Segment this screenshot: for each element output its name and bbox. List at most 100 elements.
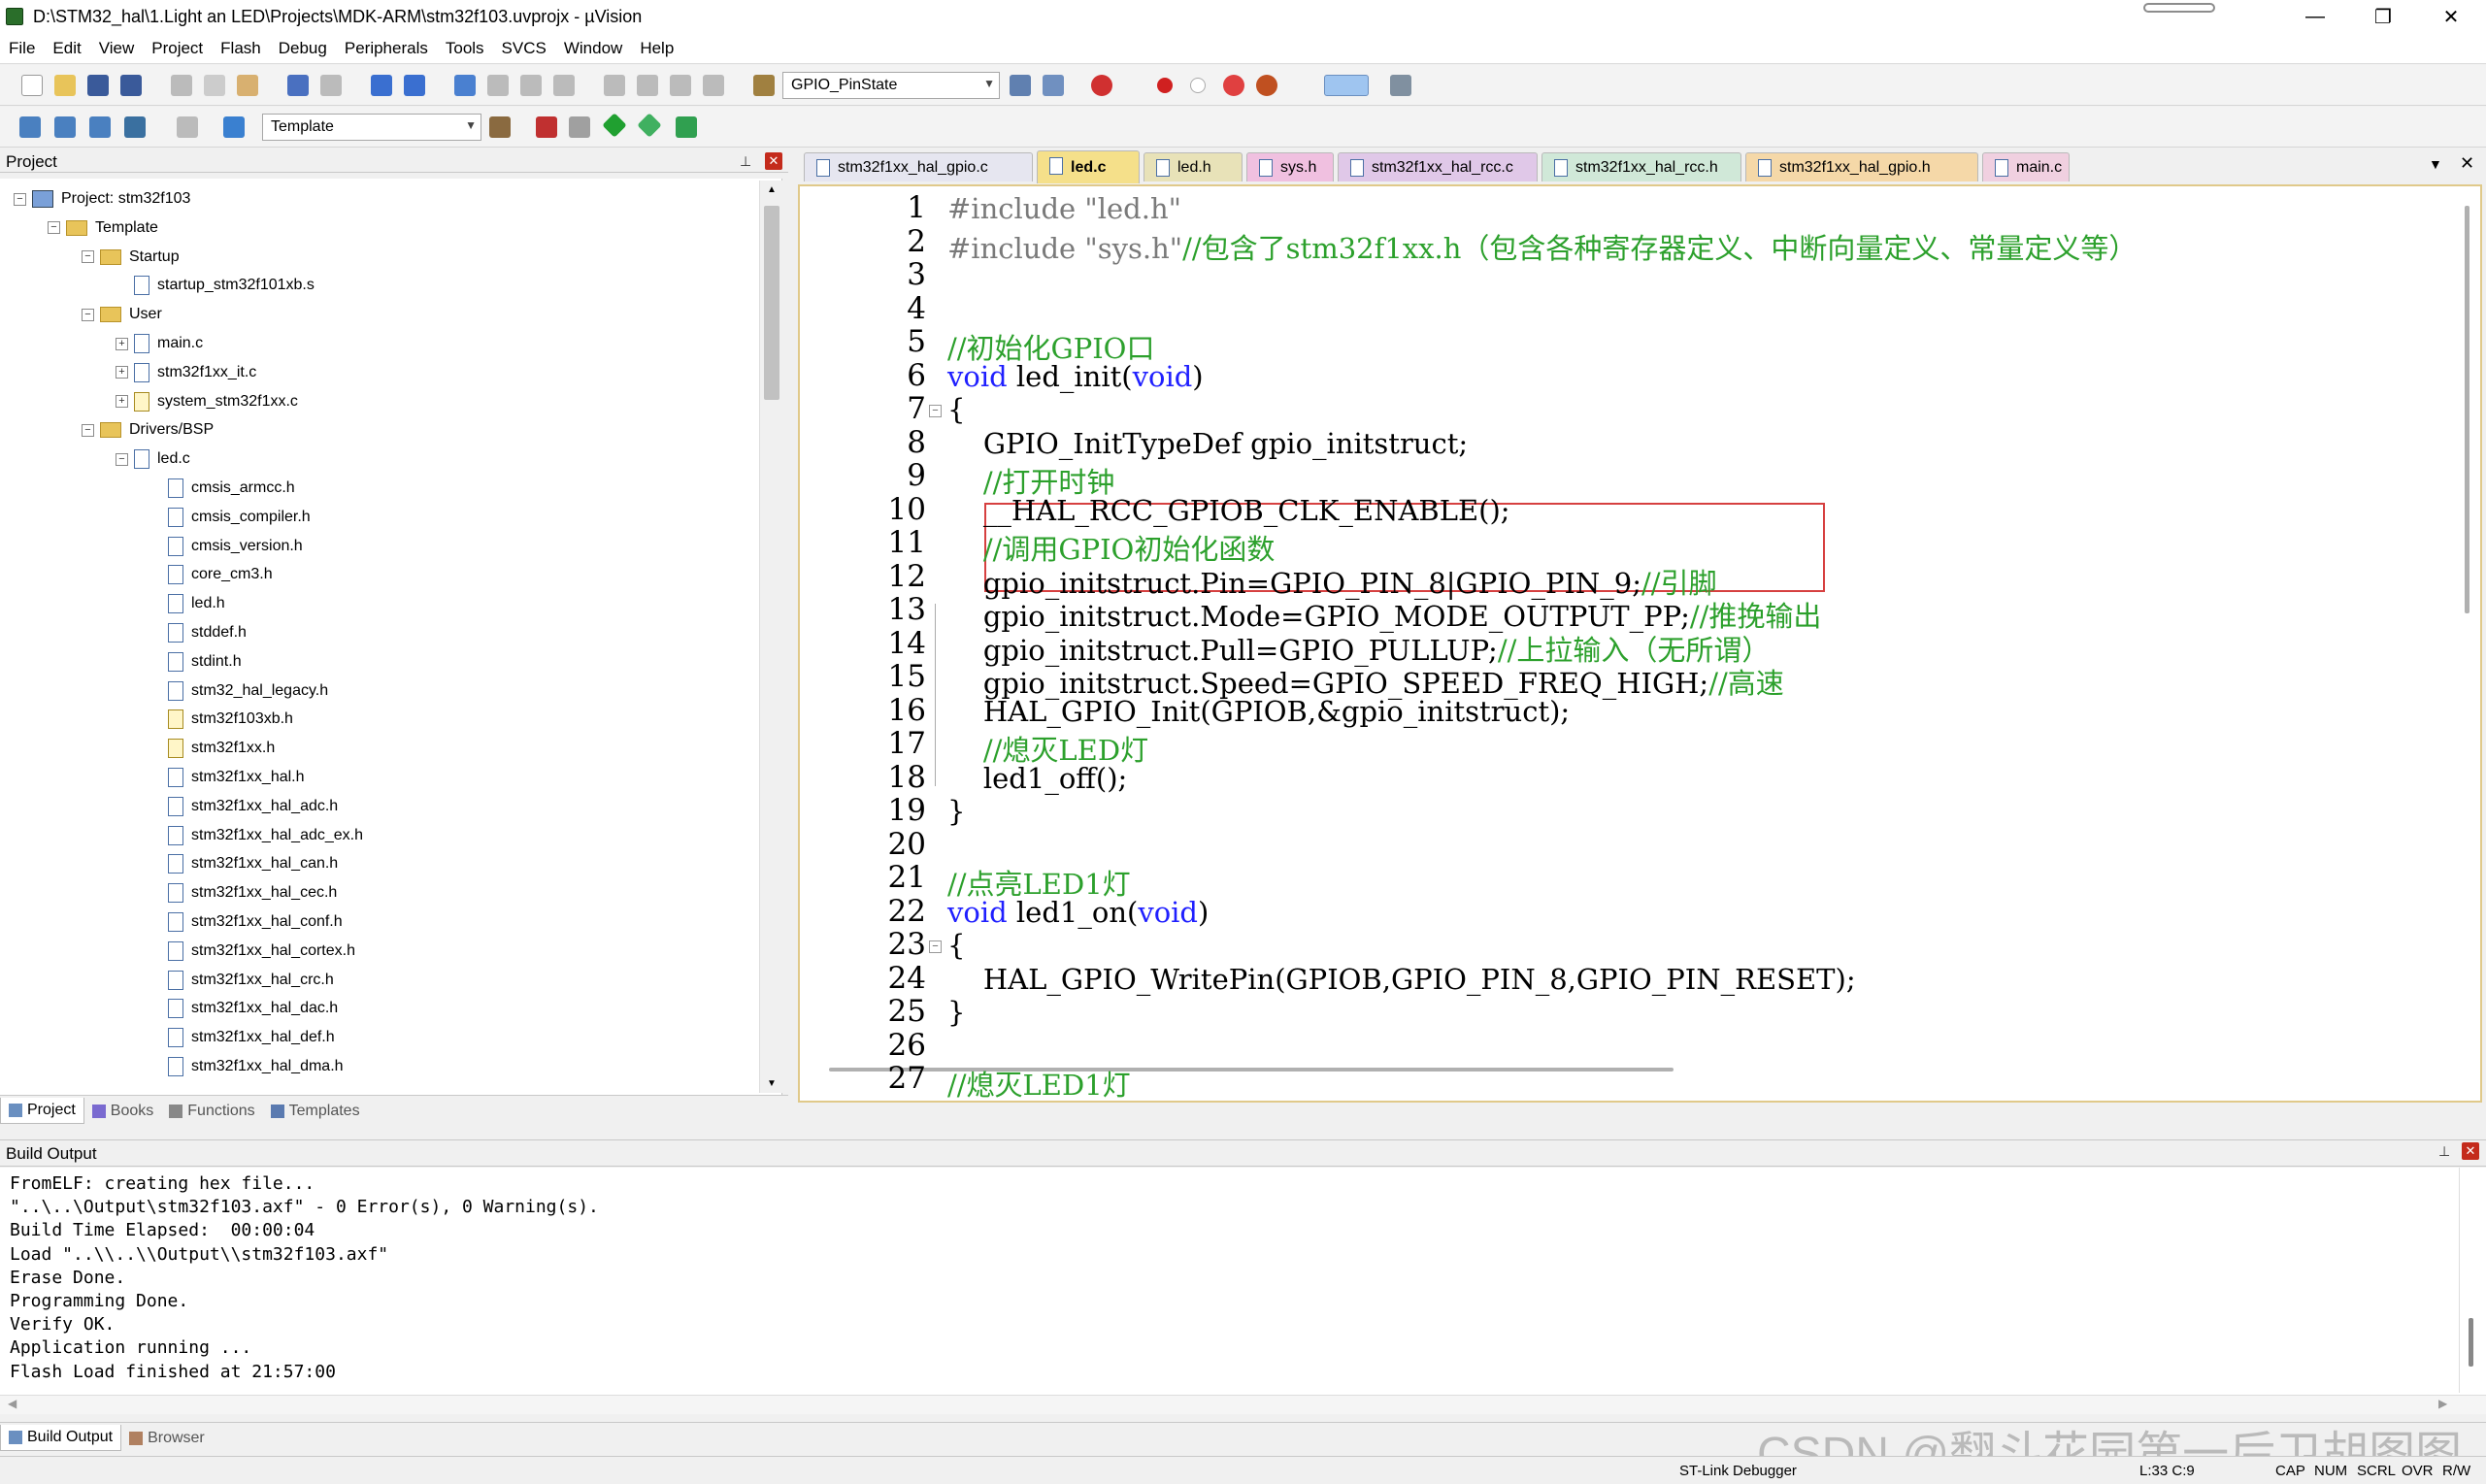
stop-build-icon[interactable] <box>177 116 198 138</box>
scroll-up-icon[interactable]: ▲ <box>767 184 777 195</box>
cut-icon[interactable] <box>171 75 192 96</box>
menu-help[interactable]: Help <box>631 39 682 58</box>
editor-tab[interactable]: led.h <box>1144 152 1243 181</box>
select-packs-icon[interactable] <box>602 113 627 138</box>
menu-flash[interactable]: Flash <box>212 39 270 58</box>
menu-window[interactable]: Window <box>555 39 631 58</box>
close-panel-icon[interactable]: ✕ <box>2462 1142 2479 1160</box>
menu-view[interactable]: View <box>90 39 144 58</box>
open-folder-icon[interactable] <box>54 75 76 96</box>
tree-item[interactable]: stm32f1xx_hal_conf.h <box>149 908 343 936</box>
code-line[interactable]: { <box>947 393 965 426</box>
editor-tab[interactable]: main.c <box>1982 152 2070 181</box>
tab-project[interactable]: Project <box>0 1098 84 1124</box>
menu-edit[interactable]: Edit <box>44 39 89 58</box>
find-combo[interactable]: GPIO_PinState ▼ <box>782 72 1000 99</box>
editor-tab[interactable]: led.c <box>1037 150 1140 183</box>
tree-item[interactable]: − Startup <box>82 244 180 271</box>
tree-item[interactable]: stddef.h <box>149 619 247 646</box>
close-tab-icon[interactable]: ✕ <box>2460 153 2474 174</box>
unindent-icon[interactable] <box>637 75 658 96</box>
paste-icon[interactable] <box>237 75 258 96</box>
target-combo[interactable]: Template ▼ <box>262 114 481 141</box>
project-tree-scrollbar[interactable]: ▲ ▼ <box>759 181 782 1093</box>
code-line[interactable]: led1_off(); <box>947 762 1127 795</box>
configure-icon[interactable] <box>1390 75 1411 96</box>
code-line[interactable]: __HAL_RCC_GPIOB_CLK_ENABLE(); <box>947 494 1510 527</box>
code-line[interactable]: HAL_GPIO_WritePin(GPIOB,GPIO_PIN_8,GPIO_… <box>947 963 1856 996</box>
tab-build-output[interactable]: Build Output <box>0 1425 122 1451</box>
tree-item[interactable]: stm32f1xx_hal.h <box>149 764 305 791</box>
editor-tab[interactable]: sys.h <box>1246 152 1334 181</box>
code-line[interactable]: //熄灭LED1灯 <box>947 1063 1131 1101</box>
tab-functions[interactable]: Functions <box>161 1099 262 1124</box>
scrollbar-thumb[interactable] <box>2469 1318 2473 1367</box>
code-line[interactable]: } <box>947 996 965 1029</box>
collapse-icon[interactable]: − <box>14 192 26 206</box>
menu-tools[interactable]: Tools <box>437 39 493 58</box>
copy-icon[interactable] <box>204 75 225 96</box>
menu-debug[interactable]: Debug <box>270 39 336 58</box>
expand-icon[interactable]: + <box>116 395 128 409</box>
code-line[interactable]: void led1_on(void) <box>947 896 1209 929</box>
close-panel-icon[interactable]: ✕ <box>765 152 782 170</box>
scroll-down-icon[interactable]: ▼ <box>767 1078 777 1089</box>
tree-item[interactable]: − Drivers/BSP <box>82 416 214 444</box>
rebuild-icon[interactable] <box>89 116 111 138</box>
navigate-forward-icon[interactable] <box>404 75 425 96</box>
clear-bookmarks-icon[interactable] <box>553 75 575 96</box>
scroll-left-icon[interactable]: ◀ <box>8 1397 17 1410</box>
menu-file[interactable]: File <box>0 39 44 58</box>
pack-installer-icon[interactable] <box>637 113 662 138</box>
navigate-back-icon[interactable] <box>371 75 392 96</box>
debug-session-icon[interactable] <box>1091 75 1112 96</box>
find-in-files-icon[interactable] <box>1010 75 1031 96</box>
save-all-icon[interactable] <box>120 75 142 96</box>
tree-item[interactable]: stm32f1xx_hal_dac.h <box>149 995 338 1022</box>
kill-breakpoints-icon[interactable] <box>1256 75 1277 96</box>
tree-item[interactable]: stm32f1xx_hal_adc_ex.h <box>149 822 363 849</box>
scroll-right-icon[interactable]: ▶ <box>2438 1397 2447 1410</box>
indent-icon[interactable] <box>604 75 625 96</box>
scrollbar-thumb[interactable] <box>2465 206 2469 613</box>
tree-item[interactable]: − User <box>82 301 162 328</box>
tree-item[interactable]: stm32f1xx_hal_can.h <box>149 850 338 877</box>
tree-item[interactable]: stm32f1xx_hal_crc.h <box>149 967 334 994</box>
prev-bookmark-icon[interactable] <box>487 75 509 96</box>
build-output-window[interactable]: ◀ ▶ FromELF: creating hex file... "..\..\… <box>0 1168 2486 1414</box>
expand-icon[interactable]: + <box>116 337 128 350</box>
build-output-scrollbar[interactable] <box>2459 1168 2482 1393</box>
fold-collapse-icon[interactable]: − <box>929 940 942 953</box>
tree-item[interactable]: stm32_hal_legacy.h <box>149 677 328 705</box>
expand-icon[interactable]: + <box>116 366 128 379</box>
code-line[interactable]: #include "sys.h"//包含了stm32f1xx.h（包含各种寄存器… <box>947 226 2137 267</box>
menu-svcs[interactable]: SVCS <box>493 39 555 58</box>
target-options-icon[interactable] <box>489 116 511 138</box>
tree-item[interactable]: stdint.h <box>149 648 242 676</box>
code-line[interactable]: HAL_GPIO_Init(GPIOB,&gpio_initstruct); <box>947 695 1570 728</box>
tree-item[interactable]: − led.c <box>116 445 190 473</box>
incremental-find-icon[interactable] <box>1043 75 1064 96</box>
code-editor[interactable]: 1 #include "led.h" 2 #include "sys.h"//包含了s… <box>798 184 2482 1103</box>
build-output-hscrollbar[interactable]: ◀ ▶ <box>0 1395 2486 1414</box>
editor-tab[interactable]: stm32f1xx_hal_rcc.h <box>1541 152 1741 181</box>
build-icon[interactable] <box>54 116 76 138</box>
collapse-icon[interactable]: − <box>82 423 94 437</box>
pin-icon[interactable]: ⊥ <box>2438 1143 2450 1160</box>
next-bookmark-icon[interactable] <box>520 75 542 96</box>
download-icon[interactable] <box>223 116 245 138</box>
tab-browser[interactable]: Browser <box>121 1426 213 1451</box>
restore-button[interactable]: ❐ <box>2349 0 2417 33</box>
new-file-icon[interactable] <box>21 75 43 96</box>
manage-project-items-icon[interactable] <box>536 116 557 138</box>
tree-item[interactable]: stm32f1xx_hal_cortex.h <box>149 938 355 965</box>
batch-build-icon[interactable] <box>124 116 146 138</box>
code-line[interactable]: } <box>947 795 965 828</box>
tree-item[interactable]: cmsis_compiler.h <box>149 504 311 531</box>
tree-item[interactable]: − Project: stm32f103 <box>14 185 190 213</box>
collapse-icon[interactable]: − <box>82 250 94 264</box>
tree-item[interactable]: stm32f1xx_hal_dma.h <box>149 1053 344 1080</box>
collapse-icon[interactable]: − <box>82 308 94 321</box>
tree-item[interactable]: cmsis_armcc.h <box>149 475 295 502</box>
run-time-environment-icon[interactable] <box>676 116 697 138</box>
